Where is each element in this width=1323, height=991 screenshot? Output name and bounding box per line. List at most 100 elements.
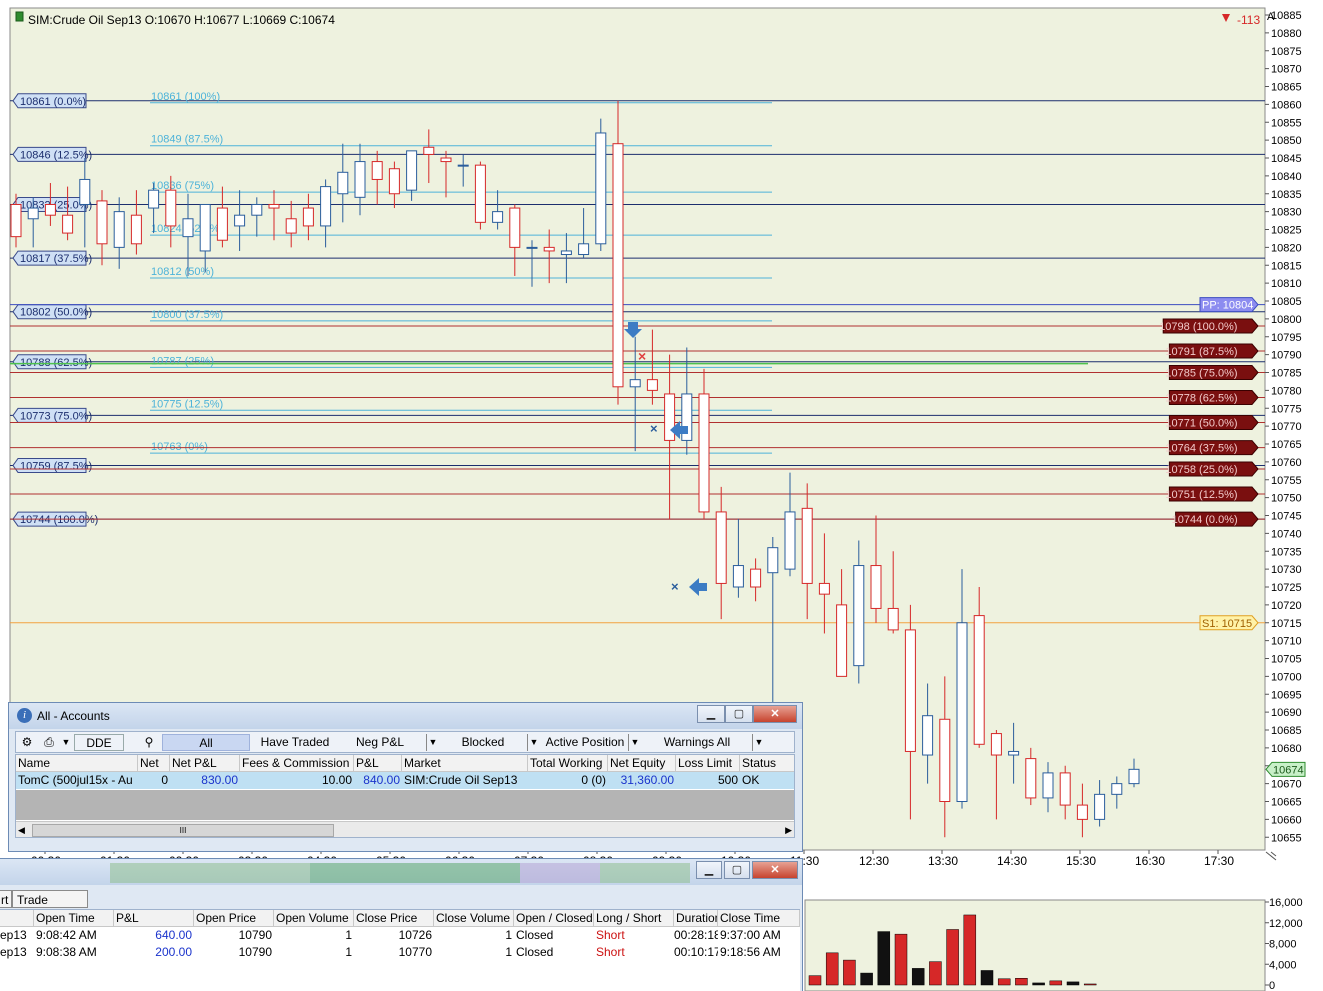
chevron-down-icon[interactable]: ▼ bbox=[628, 734, 641, 751]
minimize-button[interactable]: ▁ bbox=[697, 705, 725, 723]
col-open-closed[interactable]: Open / Closed bbox=[514, 910, 594, 926]
filter-have-traded[interactable]: Have Traded bbox=[252, 734, 338, 751]
col-fees[interactable]: Fees & Commission bbox=[240, 755, 354, 771]
accounts-title: All - Accounts bbox=[37, 709, 110, 723]
candle-body bbox=[750, 568, 762, 588]
chevron-down-icon[interactable]: ▼ bbox=[752, 734, 765, 751]
properties-icon[interactable]: ⚙ bbox=[18, 734, 36, 751]
cell-pl: 200.00 bbox=[155, 945, 192, 959]
trade-report-window[interactable]: ▁ ▢ ✕ rt Trade Report Open Time P&L Open… bbox=[0, 858, 803, 991]
fib-middle-label: 10861 (100%) bbox=[151, 91, 220, 103]
table-row[interactable]: ep13 9:08:42 AM 640.00 10790 1 10726 1 C… bbox=[0, 927, 800, 944]
price-tick-label: 10855 bbox=[1271, 117, 1302, 129]
col-open-price[interactable]: Open Price bbox=[194, 910, 274, 926]
col-close-time[interactable]: Close Time bbox=[718, 910, 800, 926]
col-instrument[interactable] bbox=[0, 910, 34, 926]
tab-trade-report[interactable]: Trade Report bbox=[12, 890, 88, 925]
cell-close-price: 10726 bbox=[398, 928, 432, 942]
col-net-equity[interactable]: Net Equity bbox=[608, 755, 676, 771]
table-row[interactable]: TomC (500jul15x - Au 0 830.00 10.00 840.… bbox=[16, 772, 794, 789]
col-status[interactable]: Status bbox=[740, 755, 794, 771]
candle-body bbox=[474, 164, 486, 223]
scroll-grip: III bbox=[179, 826, 187, 835]
price-tick-label: 10765 bbox=[1271, 439, 1302, 451]
col-net-pl[interactable]: Net P&L bbox=[170, 755, 240, 771]
trade-grid[interactable]: Open Time P&L Open Price Open Volume Clo… bbox=[0, 909, 800, 991]
price-tick-label: 10805 bbox=[1271, 296, 1302, 308]
accounts-window[interactable]: i All - Accounts ▁ ▢ ✕ ⚙ ⎙ ▼ DDE ⚲ All H… bbox=[8, 702, 803, 852]
print-dropdown-icon[interactable]: ▼ bbox=[60, 734, 72, 751]
accounts-grid[interactable]: Name Net Net P&L Fees & Commission P&L M… bbox=[15, 754, 795, 838]
filter-warnings[interactable]: Warnings All bbox=[642, 734, 752, 751]
price-tick-label: 10725 bbox=[1271, 582, 1302, 594]
col-long-short[interactable]: Long / Short bbox=[594, 910, 674, 926]
chevron-down-icon[interactable]: ▼ bbox=[527, 734, 540, 751]
tab-rt[interactable]: rt bbox=[0, 890, 12, 908]
time-tick-label: 13:30 bbox=[928, 854, 958, 868]
col-net[interactable]: Net bbox=[138, 755, 170, 771]
price-tick-label: 10870 bbox=[1271, 64, 1302, 76]
price-tick-label: 10850 bbox=[1271, 135, 1302, 147]
price-tick-label: 10710 bbox=[1271, 636, 1302, 648]
candle-body bbox=[130, 214, 142, 245]
trade-header-row: Open Time P&L Open Price Open Volume Clo… bbox=[0, 910, 800, 927]
filter-blocked[interactable]: Blocked bbox=[440, 734, 526, 751]
col-market[interactable]: Market bbox=[402, 755, 528, 771]
scroll-left-icon[interactable]: ◀ bbox=[18, 825, 25, 836]
info-icon: i bbox=[17, 708, 32, 723]
candle-body bbox=[732, 565, 744, 588]
col-open-volume[interactable]: Open Volume bbox=[274, 910, 354, 926]
maximize-button[interactable]: ▢ bbox=[724, 861, 750, 879]
filter-neg-pl[interactable]: Neg P&L bbox=[340, 734, 420, 751]
candle-body bbox=[715, 511, 727, 584]
candle-body bbox=[1008, 750, 1020, 756]
time-tick-label: 16:30 bbox=[1135, 854, 1165, 868]
col-pl[interactable]: P&L bbox=[354, 755, 402, 771]
volume-bar bbox=[980, 970, 994, 986]
volume-bar bbox=[1032, 982, 1045, 986]
binoculars-icon[interactable]: ⚲ bbox=[140, 734, 158, 751]
price-tick-label: 10755 bbox=[1271, 475, 1302, 487]
fib-right-label: 10744 (0.0%) bbox=[1172, 514, 1238, 526]
filter-all[interactable]: All bbox=[162, 734, 250, 751]
cell-total-working: 0 (0) bbox=[581, 773, 606, 787]
col-name[interactable]: Name bbox=[16, 755, 138, 771]
dde-button[interactable]: DDE bbox=[74, 734, 124, 751]
horizontal-scrollbar[interactable]: ◀ III ▶ bbox=[16, 821, 794, 837]
accounts-title-bar[interactable]: i All - Accounts ▁ ▢ ✕ bbox=[9, 703, 802, 729]
fib-left-label: 10846 (12.5%) bbox=[20, 149, 92, 161]
cell-loss-limit: 500 bbox=[717, 773, 738, 787]
maximize-button[interactable]: ▢ bbox=[725, 705, 753, 723]
volume-tick-label: 4,000 bbox=[1269, 959, 1297, 971]
scroll-thumb[interactable]: III bbox=[32, 824, 334, 837]
candle-body bbox=[887, 607, 899, 631]
price-tick-label: 10785 bbox=[1271, 368, 1302, 380]
pivot-pp-label: PP: 10804 bbox=[1202, 300, 1253, 312]
candle-body bbox=[320, 186, 332, 227]
table-row[interactable]: ep13 9:08:38 AM 200.00 10790 1 10770 1 C… bbox=[0, 944, 800, 961]
blurred-title bbox=[310, 863, 520, 883]
candle-body bbox=[1059, 772, 1071, 806]
fib-left-label: 10861 (0.0%) bbox=[20, 96, 86, 108]
price-tick-label: 10745 bbox=[1271, 511, 1302, 523]
col-open-time[interactable]: Open Time bbox=[34, 910, 114, 926]
fib-left-label: 10802 (50.0%) bbox=[20, 307, 92, 319]
candle-body bbox=[956, 622, 968, 802]
col-close-volume[interactable]: Close Volume bbox=[434, 910, 514, 926]
close-button[interactable]: ✕ bbox=[752, 861, 798, 879]
cell-open-volume: 1 bbox=[345, 945, 352, 959]
candle-body bbox=[818, 582, 830, 595]
col-duration[interactable]: Duration bbox=[674, 910, 718, 926]
minimize-button[interactable]: ▁ bbox=[696, 861, 722, 879]
trade-title-bar[interactable]: ▁ ▢ ✕ bbox=[0, 859, 802, 885]
col-total-working[interactable]: Total Working bbox=[528, 755, 608, 771]
chevron-down-icon[interactable]: ▼ bbox=[426, 734, 439, 751]
col-pl[interactable]: P&L bbox=[114, 910, 194, 926]
filter-active-position[interactable]: Active Position bbox=[542, 734, 628, 751]
scroll-right-icon[interactable]: ▶ bbox=[785, 825, 792, 836]
col-loss-limit[interactable]: Loss Limit bbox=[676, 755, 740, 771]
cell-close-time: 9:18:56 AM bbox=[720, 945, 781, 959]
print-icon[interactable]: ⎙ bbox=[38, 734, 60, 751]
col-close-price[interactable]: Close Price bbox=[354, 910, 434, 926]
close-button[interactable]: ✕ bbox=[753, 705, 797, 723]
